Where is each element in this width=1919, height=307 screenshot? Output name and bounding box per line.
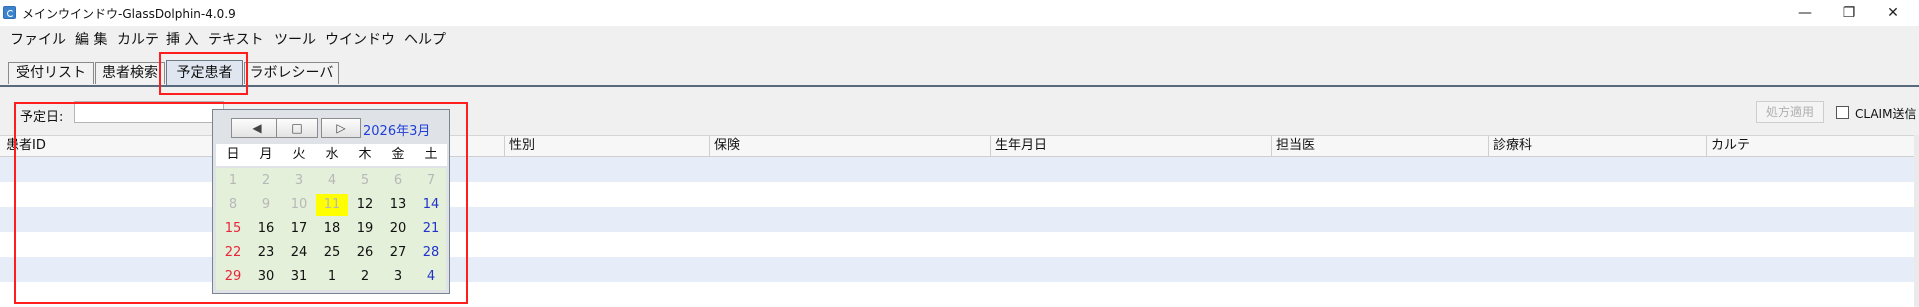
calendar-day[interactable]: 19 (349, 218, 381, 240)
calendar-day[interactable]: 4 (316, 170, 348, 192)
scheduled-date-label: 予定日: (20, 110, 64, 125)
app-icon (3, 6, 16, 19)
calendar-day[interactable]: 8 (217, 194, 249, 216)
calendar-day[interactable]: 28 (415, 242, 447, 264)
calendar-day[interactable]: 9 (250, 194, 282, 216)
menu-text[interactable]: テキスト (208, 29, 264, 49)
tab-reception-list[interactable]: 受付リスト (8, 62, 94, 84)
calendar-day[interactable]: 20 (382, 218, 414, 240)
calendar-day[interactable]: 1 (316, 266, 348, 288)
calendar-day[interactable]: 10 (283, 194, 315, 216)
calendar-month-label: 2026年3月 (363, 124, 431, 139)
menu-file[interactable]: ファイル (10, 29, 66, 49)
calendar-day[interactable]: 31 (283, 266, 315, 288)
calendar-day[interactable]: 29 (217, 266, 249, 288)
menu-edit[interactable]: 編 集 (75, 29, 107, 49)
calendar-day[interactable]: 14 (415, 194, 447, 216)
column-header-department[interactable]: 診療科 (1488, 136, 1706, 156)
calendar-day[interactable]: 24 (283, 242, 315, 264)
close-button[interactable]: ✕ (1871, 0, 1915, 26)
calendar-day[interactable]: 12 (349, 194, 381, 216)
window-title: メインウインドウ-GlassDolphin-4.0.9 (22, 7, 236, 21)
calendar-header: ◀ □ ▷ 2026年3月 (213, 110, 449, 139)
weekday-label: 土 (415, 144, 447, 166)
calendar-day[interactable]: 23 (250, 242, 282, 264)
menu-karte[interactable]: カルテ (117, 29, 159, 49)
calendar-day[interactable]: 17 (283, 218, 315, 240)
calendar-day[interactable]: 4 (415, 266, 447, 288)
column-header-birthdate[interactable]: 生年月日 (990, 136, 1271, 156)
calendar-day-selected[interactable]: 11 (316, 194, 348, 216)
calendar-day[interactable]: 6 (382, 170, 414, 192)
tab-scheduled-patients[interactable]: 予定患者 (166, 60, 243, 86)
calendar-day[interactable]: 3 (382, 266, 414, 288)
calendar-day[interactable]: 16 (250, 218, 282, 240)
menu-insert[interactable]: 挿 入 (166, 29, 198, 49)
menu-help[interactable]: ヘルプ (404, 29, 446, 49)
weekday-label: 金 (382, 144, 414, 166)
minimize-button[interactable]: — (1783, 0, 1827, 26)
calendar-day[interactable]: 30 (250, 266, 282, 288)
calendar-day[interactable]: 22 (217, 242, 249, 264)
maximize-button[interactable]: ❐ (1827, 0, 1871, 26)
calendar-day[interactable]: 21 (415, 218, 447, 240)
menu-bar: ファイル 編 集 カルテ 挿 入 テキスト ツール ウインドウ ヘルプ (0, 26, 1919, 48)
calendar-day[interactable]: 7 (415, 170, 447, 192)
calendar-day[interactable]: 18 (316, 218, 348, 240)
today-button[interactable]: □ (276, 118, 318, 138)
calendar-day[interactable]: 27 (382, 242, 414, 264)
menu-window[interactable]: ウインドウ (325, 29, 395, 49)
calendar-day[interactable]: 2 (349, 266, 381, 288)
column-header-doctor[interactable]: 担当医 (1271, 136, 1488, 156)
table-scrollbar[interactable] (1914, 135, 1919, 306)
column-header-sex[interactable]: 性別 (504, 136, 709, 156)
weekday-label: 木 (349, 144, 381, 166)
tab-lab-receiver[interactable]: ラボレシーバ (244, 62, 339, 84)
column-header-patient-id[interactable]: 患者ID (0, 136, 244, 156)
calendar-day[interactable]: 25 (316, 242, 348, 264)
tab-patient-search[interactable]: 患者検索 (95, 62, 165, 84)
calendar-day[interactable]: 13 (382, 194, 414, 216)
scheduled-date-field[interactable] (74, 101, 224, 123)
weekday-label: 水 (316, 144, 348, 166)
calendar-day[interactable]: 2 (250, 170, 282, 192)
weekday-label: 日 (217, 144, 249, 166)
apply-prescription-button[interactable]: 処方適用 (1756, 101, 1824, 123)
calendar-day[interactable]: 5 (349, 170, 381, 192)
menu-tool[interactable]: ツール (274, 29, 316, 49)
calendar-day[interactable]: 15 (217, 218, 249, 240)
calendar-day[interactable]: 3 (283, 170, 315, 192)
calendar-day[interactable]: 26 (349, 242, 381, 264)
claim-send-label: CLAIM送信 (1855, 107, 1917, 121)
date-picker-popup: ◀ □ ▷ 2026年3月 日月火水木金土 1 2 3 4 5 6 7 8 9 10 11 12 13 14… (212, 109, 450, 294)
column-header-karte[interactable]: カルテ (1706, 136, 1914, 156)
weekday-label: 月 (250, 144, 282, 166)
calendar-day[interactable]: 1 (217, 170, 249, 192)
title-bar: メインウインドウ-GlassDolphin-4.0.9 — ❐ ✕ (0, 0, 1919, 26)
next-month-button[interactable]: ▷ (321, 118, 361, 138)
column-header-insurance[interactable]: 保険 (709, 136, 990, 156)
weekday-label: 火 (283, 144, 315, 166)
tab-strip: 受付リスト 患者検索 予定患者 ラボレシーバ (0, 52, 1919, 86)
claim-send-checkbox[interactable] (1836, 106, 1849, 119)
